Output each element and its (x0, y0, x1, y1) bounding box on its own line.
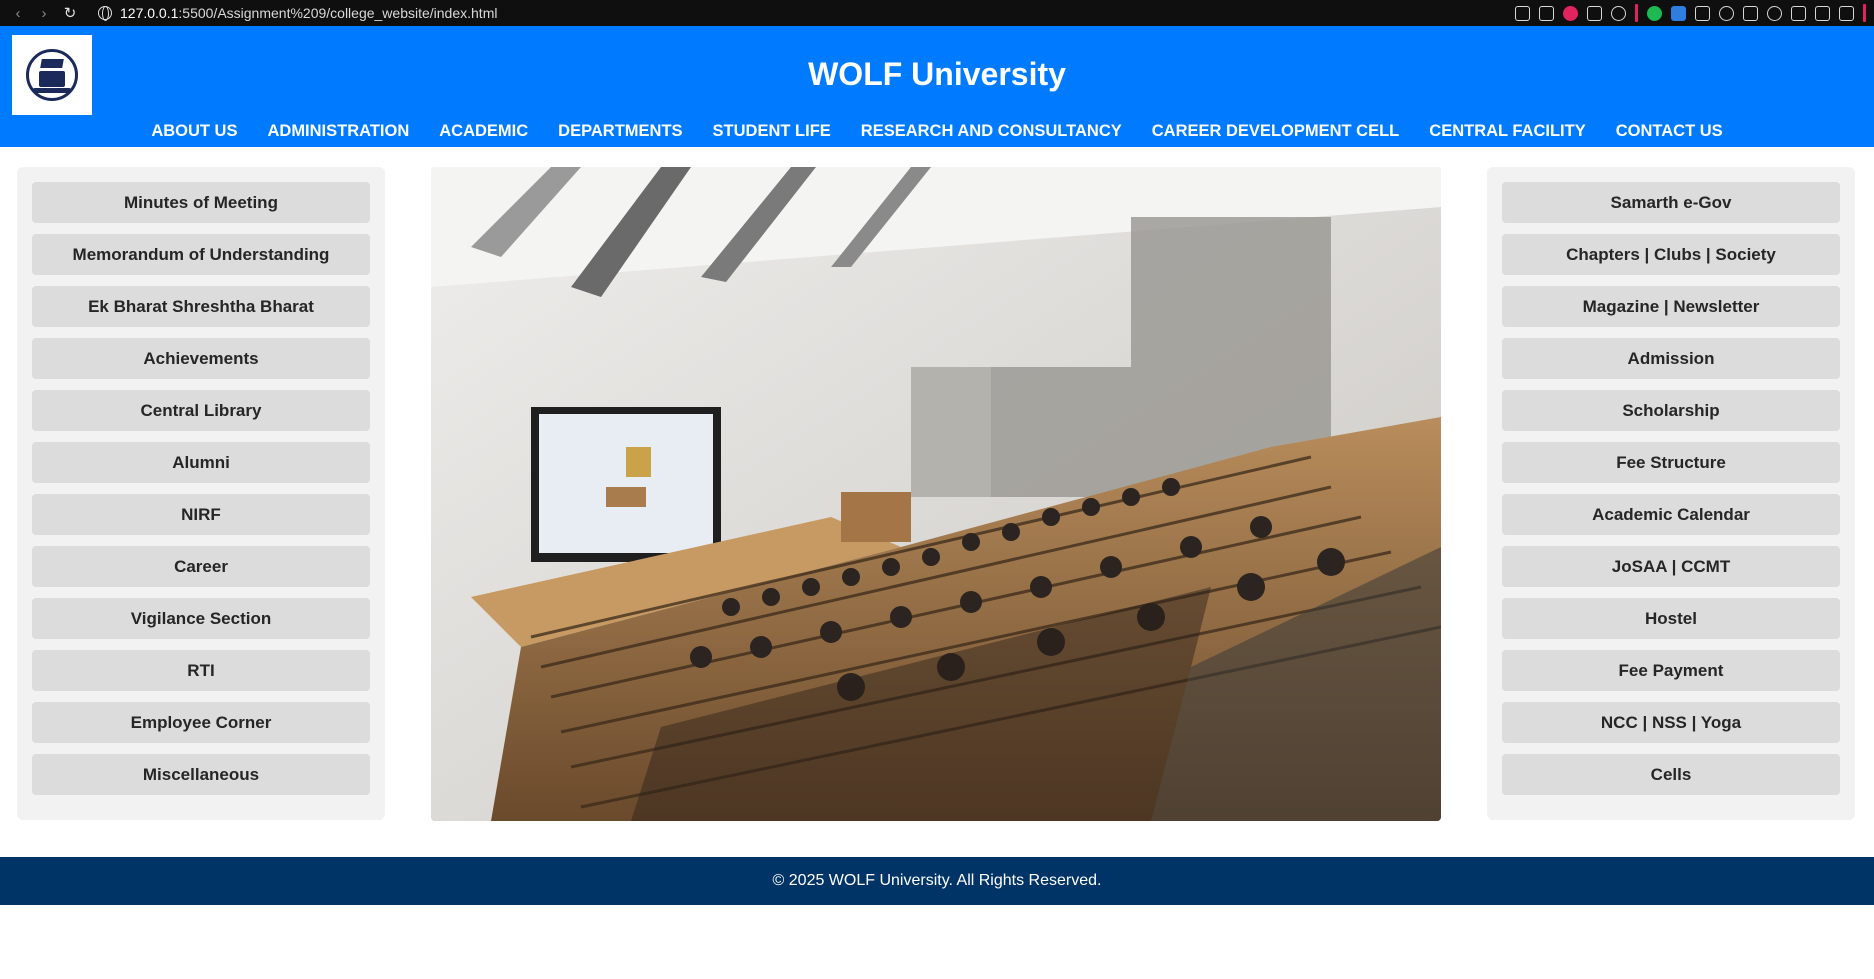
link-memorandum-of-understanding[interactable]: Memorandum of Understanding (32, 234, 370, 275)
reload-icon[interactable]: ↻ (60, 4, 80, 22)
separator-icon (1635, 4, 1638, 22)
mail-icon[interactable] (1695, 5, 1710, 21)
heart-icon[interactable] (1611, 5, 1626, 21)
link-academic-calendar[interactable]: Academic Calendar (1502, 494, 1840, 535)
link-josaa-ccmt[interactable]: JoSAA | CCMT (1502, 546, 1840, 587)
link-hostel[interactable]: Hostel (1502, 598, 1840, 639)
right-sidebar: Samarth e-Gov Chapters | Clubs | Society… (1487, 167, 1855, 820)
site-header: WOLF University ABOUT US ADMINISTRATION … (0, 26, 1874, 147)
nav-research-and-consultancy[interactable]: RESEARCH AND CONSULTANCY (846, 122, 1137, 141)
site-info-icon[interactable] (98, 6, 112, 21)
link-cells[interactable]: Cells (1502, 754, 1840, 795)
link-fee-payment[interactable]: Fee Payment (1502, 650, 1840, 691)
shield-icon[interactable] (1563, 5, 1578, 21)
extension-icons (1515, 4, 1866, 22)
link-magazine-newsletter[interactable]: Magazine | Newsletter (1502, 286, 1840, 327)
battery-icon[interactable] (1815, 5, 1830, 21)
link-nirf[interactable]: NIRF (32, 494, 370, 535)
site-title: WOLF University (808, 56, 1066, 92)
link-career[interactable]: Career (32, 546, 370, 587)
extension-blue-icon[interactable] (1671, 5, 1686, 21)
back-icon[interactable]: ‹ (8, 5, 28, 22)
copyright-text: © 2025 WOLF University. All Rights Reser… (772, 872, 1102, 889)
nav-departments[interactable]: DEPARTMENTS (543, 122, 697, 141)
puzzle-icon[interactable] (1743, 5, 1758, 21)
link-fee-structure[interactable]: Fee Structure (1502, 442, 1840, 483)
download-icon[interactable] (1791, 5, 1806, 21)
address-bar[interactable]: 127.0.0.1:5500/Assignment%209/college_we… (120, 5, 497, 21)
link-scholarship[interactable]: Scholarship (1502, 390, 1840, 431)
screenshot-icon[interactable] (1539, 5, 1554, 21)
link-minutes-of-meeting[interactable]: Minutes of Meeting (32, 182, 370, 223)
link-samarth-egov[interactable]: Samarth e-Gov (1502, 182, 1840, 223)
link-chapters-clubs-society[interactable]: Chapters | Clubs | Society (1502, 234, 1840, 275)
send-icon[interactable] (1587, 5, 1602, 21)
menu-icon[interactable] (1839, 5, 1854, 21)
link-central-library[interactable]: Central Library (32, 390, 370, 431)
site-footer: © 2025 WOLF University. All Rights Reser… (0, 857, 1874, 905)
link-admission[interactable]: Admission (1502, 338, 1840, 379)
link-ncc-nss-yoga[interactable]: NCC | NSS | Yoga (1502, 702, 1840, 743)
link-miscellaneous[interactable]: Miscellaneous (32, 754, 370, 795)
link-achievements[interactable]: Achievements (32, 338, 370, 379)
link-alumni[interactable]: Alumni (32, 442, 370, 483)
edit-icon[interactable] (1515, 5, 1530, 21)
link-vigilance-section[interactable]: Vigilance Section (32, 598, 370, 639)
forward-icon[interactable]: › (34, 5, 54, 22)
nav-academic[interactable]: ACADEMIC (424, 122, 543, 141)
link-ek-bharat-shreshtha-bharat[interactable]: Ek Bharat Shreshtha Bharat (32, 286, 370, 327)
nav-student-life[interactable]: STUDENT LIFE (698, 122, 846, 141)
nav-contact-us[interactable]: CONTACT US (1601, 122, 1738, 141)
main-navigation: ABOUT US ADMINISTRATION ACADEMIC DEPARTM… (0, 122, 1874, 141)
nav-career-development-cell[interactable]: CAREER DEVELOPMENT CELL (1137, 122, 1415, 141)
nav-central-facility[interactable]: CENTRAL FACILITY (1414, 122, 1600, 141)
extension-cloud-icon[interactable] (1719, 5, 1734, 21)
extension-green-icon[interactable] (1647, 5, 1662, 21)
lecture-hall-photo (431, 167, 1441, 821)
link-employee-corner[interactable]: Employee Corner (32, 702, 370, 743)
link-rti[interactable]: RTI (32, 650, 370, 691)
url-host: 127.0.0.1 (120, 5, 179, 21)
left-sidebar: Minutes of Meeting Memorandum of Underst… (17, 167, 385, 820)
edge-marker-icon (1863, 4, 1866, 22)
nav-administration[interactable]: ADMINISTRATION (252, 122, 424, 141)
nav-about-us[interactable]: ABOUT US (136, 122, 252, 141)
url-path: :5500/Assignment%209/college_website/ind… (178, 5, 498, 21)
main-content: Minutes of Meeting Memorandum of Underst… (0, 147, 1874, 857)
profile-icon[interactable] (1767, 5, 1782, 21)
browser-toolbar: ‹ › ↻ 127.0.0.1:5500/Assignment%209/coll… (0, 0, 1874, 26)
